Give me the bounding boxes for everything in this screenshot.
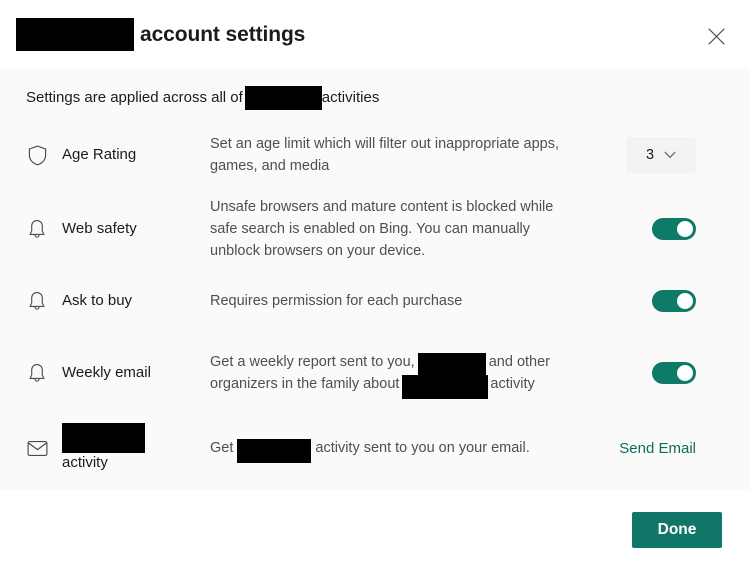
row-label-ask-to-buy: Ask to buy — [26, 290, 210, 312]
setting-name-weekly-email: Weekly email — [62, 364, 151, 383]
setting-name-activity-suffix: activity — [62, 454, 108, 473]
row-label-age-rating: Age Rating — [26, 144, 210, 166]
setting-row-web-safety: Web safety Unsafe browsers and mature co… — [0, 186, 750, 272]
activity-desc-part1: Get — [210, 440, 233, 456]
row-control-weekly-email — [586, 362, 696, 384]
row-control-activity: Send Email — [586, 440, 696, 457]
close-button[interactable] — [700, 20, 732, 52]
age-rating-value: 3 — [646, 147, 654, 163]
activity-desc-part2: activity sent to you on your email. — [315, 440, 529, 456]
redacted-child-name-weekly-1 — [418, 353, 486, 375]
row-label-activity: activity — [26, 423, 210, 473]
send-email-link[interactable]: Send Email — [619, 440, 696, 457]
setting-description-weekly-email: Get a weekly report sent to you,and othe… — [210, 351, 586, 395]
settings-subtitle: Settings are applied across all of activ… — [0, 68, 750, 110]
redacted-child-name-weekly-2 — [402, 375, 488, 399]
redacted-account-name — [16, 18, 134, 51]
account-settings-dialog: account settings Settings are applied ac… — [0, 0, 750, 570]
setting-row-age-rating: Age Rating Set an age limit which will f… — [0, 124, 750, 186]
toggle-knob — [677, 293, 693, 309]
redacted-child-name-subtitle — [245, 86, 322, 110]
setting-name-activity: activity — [62, 423, 145, 473]
settings-rows: Age Rating Set an age limit which will f… — [0, 124, 750, 480]
row-control-age-rating: 3 — [586, 137, 696, 173]
mail-icon — [26, 437, 48, 459]
chevron-down-icon — [664, 151, 676, 159]
dialog-footer: Done — [0, 490, 750, 570]
weekly-email-toggle[interactable] — [652, 362, 696, 384]
setting-row-weekly-email: Weekly email Get a weekly report sent to… — [0, 330, 750, 416]
weekly-desc-part3: activity — [490, 376, 534, 392]
row-label-weekly-email: Weekly email — [26, 362, 210, 384]
subtitle-before: Settings are applied across all of — [26, 89, 243, 107]
web-safety-toggle[interactable] — [652, 218, 696, 240]
row-control-ask-to-buy — [586, 290, 696, 312]
setting-name-ask-to-buy: Ask to buy — [62, 292, 132, 311]
setting-description-activity: Get activity sent to you on your email. — [210, 437, 586, 459]
dialog-header: account settings — [0, 0, 750, 68]
setting-row-activity-email: activity Get activity sent to you on your… — [0, 416, 750, 480]
setting-name-age-rating: Age Rating — [62, 146, 136, 165]
bell-icon — [26, 218, 48, 240]
subtitle-after: activities — [322, 89, 380, 107]
page-title-text: account settings — [140, 24, 305, 45]
bell-icon — [26, 290, 48, 312]
row-label-web-safety: Web safety — [26, 218, 210, 240]
toggle-knob — [677, 365, 693, 381]
row-control-web-safety — [586, 218, 696, 240]
close-icon — [708, 28, 725, 45]
setting-description-ask-to-buy: Requires permission for each purchase — [210, 290, 586, 312]
setting-description-web-safety: Unsafe browsers and mature content is bl… — [210, 196, 586, 262]
page-title: account settings — [16, 18, 305, 51]
done-button[interactable]: Done — [632, 512, 722, 548]
weekly-desc-part1: Get a weekly report sent to you, — [210, 354, 415, 370]
setting-name-web-safety: Web safety — [62, 220, 137, 239]
shield-icon — [26, 144, 48, 166]
bell-icon — [26, 362, 48, 384]
setting-row-ask-to-buy: Ask to buy Requires permission for each … — [0, 272, 750, 330]
redacted-child-name-row — [62, 423, 145, 453]
age-rating-dropdown[interactable]: 3 — [626, 137, 696, 173]
ask-to-buy-toggle[interactable] — [652, 290, 696, 312]
setting-description-age-rating: Set an age limit which will filter out i… — [210, 133, 586, 177]
redacted-child-name-activity — [237, 439, 311, 463]
settings-content: Settings are applied across all of activ… — [0, 68, 750, 490]
toggle-knob — [677, 221, 693, 237]
